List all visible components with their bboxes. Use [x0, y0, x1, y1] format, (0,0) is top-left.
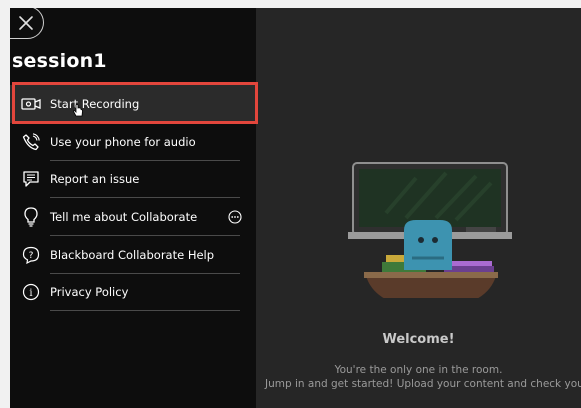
menu-item-label: Report an issue — [50, 172, 140, 186]
hand-cursor-icon — [73, 104, 83, 117]
lightbulb-icon — [20, 206, 42, 228]
menu-item-privacy-policy[interactable]: i Privacy Policy — [10, 273, 240, 311]
report-icon — [20, 168, 42, 190]
phone-icon — [20, 131, 42, 153]
session-title: session1 — [12, 50, 107, 72]
close-icon — [18, 15, 33, 30]
collaborate-window: Welcome! You're the only one in the room… — [10, 8, 581, 408]
menu-item-label: Tell me about Collaborate — [50, 210, 198, 224]
welcome-title: Welcome! — [382, 332, 455, 347]
help-icon: ? — [20, 244, 42, 266]
session-menu-panel: session1 Start Recording Use your phone … — [10, 8, 258, 408]
info-icon: i — [20, 281, 42, 303]
menu-item-label: Blackboard Collaborate Help — [50, 248, 215, 262]
welcome-message-line-1: You're the only one in the room. — [334, 364, 503, 376]
menu-item-report-issue[interactable]: Report an issue — [10, 160, 240, 198]
more-options-icon[interactable] — [228, 210, 242, 224]
menu-item-phone-audio[interactable]: Use your phone for audio — [10, 123, 240, 161]
svg-text:?: ? — [29, 251, 34, 261]
menu-item-label: Use your phone for audio — [50, 135, 196, 149]
menu-divider — [50, 310, 240, 311]
menu-item-label: Privacy Policy — [50, 285, 129, 299]
menu-item-help[interactable]: ? Blackboard Collaborate Help — [10, 236, 240, 274]
classroom-illustration — [348, 162, 512, 298]
menu-item-about-collaborate[interactable]: Tell me about Collaborate — [10, 198, 242, 236]
welcome-message-line-2: Jump in and get started! Upload your con… — [265, 378, 581, 390]
close-menu-button[interactable] — [10, 8, 44, 39]
highlight-annotation — [12, 82, 258, 124]
svg-text:i: i — [29, 288, 32, 299]
